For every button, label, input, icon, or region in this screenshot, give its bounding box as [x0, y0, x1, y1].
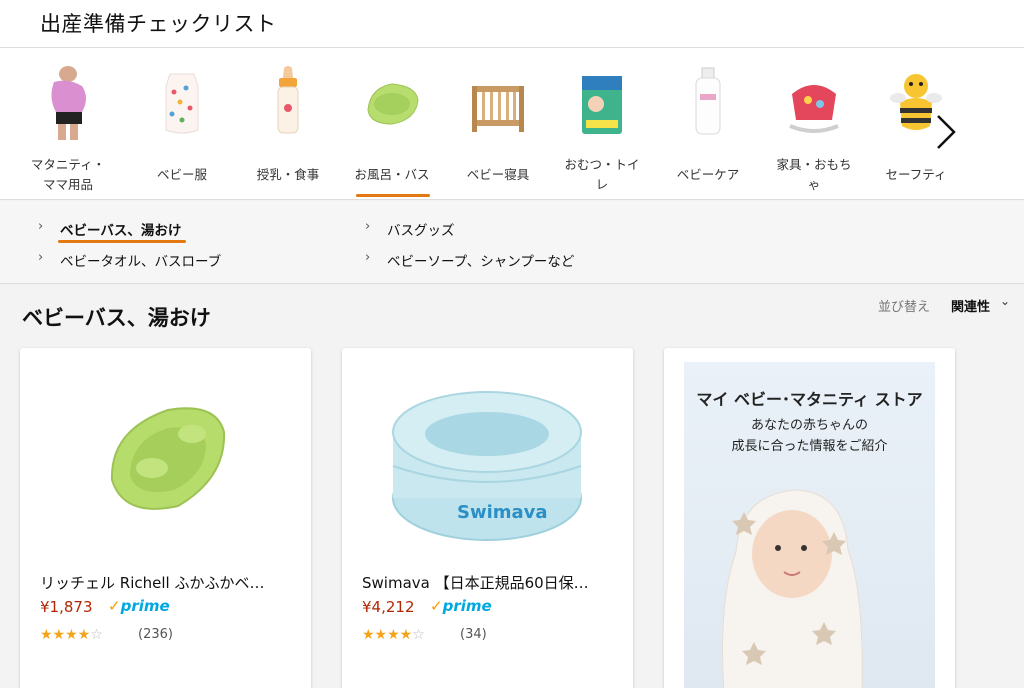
crib-icon — [472, 86, 524, 132]
product-card[interactable]: Swimava Swimava 【日本正規品60日保… ¥4,212 ✓prim… — [342, 348, 633, 688]
category-baby-care[interactable]: ベビーケア — [660, 48, 756, 200]
star-rating[interactable]: ★★★★☆ — [40, 627, 103, 643]
page-title: 出産準備チェックリスト — [40, 12, 277, 36]
star-rating[interactable]: ★★★★☆ — [362, 627, 425, 643]
ad-banner[interactable]: マイ ベビー･マタニティ ストア あなたの赤ちゃんの 成長に合った情報をご紹介 — [684, 362, 935, 688]
product-card[interactable]: リッチェル Richell ふかふかベ… ¥1,873 ✓prime ★★★★☆… — [20, 348, 311, 688]
ad-text-line1: あなたの赤ちゃんの — [750, 418, 868, 433]
category-diapers[interactable]: おむつ・トイ レ — [554, 48, 650, 200]
baby-store-ad[interactable]: マイ ベビー･マタニティ ストア あなたの赤ちゃんの 成長に合った情報をご紹介 — [664, 348, 955, 688]
rocker-icon — [789, 85, 839, 133]
product-image[interactable]: Swimava — [342, 348, 633, 568]
category-furniture-toys[interactable]: 家具・おもち ゃ — [766, 48, 862, 200]
category-label: マタニティ・ — [30, 157, 106, 172]
diaper-icon — [582, 76, 622, 134]
product-price: ¥1,873 — [40, 598, 93, 616]
prime-badge: ✓prime — [430, 597, 492, 615]
prime-label: prime — [120, 597, 170, 615]
category-maternity[interactable]: マタニティ・ ママ用品 — [20, 48, 116, 200]
subnav-active-underline — [58, 240, 186, 243]
chevron-down-icon[interactable]: ⌄ — [1000, 294, 1010, 308]
category-label: セーフティ — [885, 167, 947, 182]
category-label: ゃ — [807, 177, 821, 192]
chevron-right-icon: › — [38, 250, 44, 265]
ad-text-line2: 成長に合った情報をご紹介 — [731, 439, 888, 454]
subnav-item-bath-goods[interactable]: › バスグッズ — [365, 219, 455, 239]
category-bath[interactable]: お風呂・バス — [344, 48, 440, 200]
page-header: 出産準備チェックリスト — [0, 0, 1024, 48]
chevron-right-icon: › — [365, 250, 371, 265]
category-label: レ — [595, 177, 609, 192]
category-label: 家具・おもち — [776, 157, 852, 172]
review-count[interactable]: (34) — [460, 627, 487, 642]
baby-photo — [722, 489, 863, 688]
chevron-right-icon[interactable] — [930, 112, 960, 152]
chevron-right-icon: › — [38, 219, 44, 234]
baby-clothes-icon — [165, 73, 199, 134]
category-baby-clothes[interactable]: ベビー服 — [134, 48, 230, 200]
category-label: ベビーケア — [676, 167, 740, 182]
prime-check-icon: ✓ — [430, 597, 443, 615]
section-title: ベビーバス、湯おけ — [22, 306, 211, 330]
subnav-item-label: ベビーソープ、シャンプーなど — [387, 254, 575, 270]
sort-dropdown[interactable]: 関連性 — [951, 296, 990, 315]
maternity-icon — [51, 66, 86, 140]
subnav-item-soap-shampoo[interactable]: › ベビーソープ、シャンプーなど — [365, 250, 575, 270]
category-active-underline — [356, 194, 430, 197]
subnav-item-label: ベビーバス、湯おけ — [60, 223, 182, 239]
category-label: 授乳・食事 — [256, 167, 320, 182]
subnav-item-towels[interactable]: › ベビータオル、バスローブ — [38, 250, 222, 270]
lotion-icon — [695, 67, 721, 135]
category-label: ママ用品 — [42, 177, 93, 192]
baby-bottle-icon — [277, 66, 299, 134]
product-image[interactable] — [20, 348, 311, 568]
prime-label: prime — [442, 597, 492, 615]
category-bar: マタニティ・ ママ用品 ベビー服 授乳・食事 お風呂・バス ベビー寝具 おむつ・… — [0, 48, 1024, 200]
category-label: おむつ・トイ — [564, 157, 640, 172]
prime-badge: ✓prime — [108, 597, 170, 615]
ad-title: マイ ベビー･マタニティ ストア — [696, 390, 923, 409]
product-title[interactable]: リッチェル Richell ふかふかベ… — [40, 572, 296, 593]
category-label: ベビー服 — [156, 167, 207, 182]
subnav-item-baby-bath[interactable]: › ベビーバス、湯おけ — [38, 219, 186, 243]
subnav-item-label: バスグッズ — [387, 223, 455, 239]
product-price: ¥4,212 — [362, 598, 415, 616]
baby-bath-icon — [367, 83, 419, 125]
product-brand-print: Swimava — [457, 502, 548, 523]
category-label: ベビー寝具 — [466, 167, 530, 182]
sort-label: 並び替え — [878, 300, 931, 315]
review-count[interactable]: (236) — [138, 627, 173, 642]
category-feeding[interactable]: 授乳・食事 — [240, 48, 336, 200]
subcategory-nav: › ベビーバス、湯おけ › バスグッズ › ベビータオル、バスローブ › ベビー… — [0, 201, 1024, 284]
product-title[interactable]: Swimava 【日本正規品60日保… — [362, 572, 618, 593]
prime-check-icon: ✓ — [108, 597, 121, 615]
subnav-item-label: ベビータオル、バスローブ — [60, 254, 222, 270]
category-label: お風呂・バス — [354, 167, 430, 182]
chevron-right-icon: › — [365, 219, 371, 234]
category-bedding[interactable]: ベビー寝具 — [450, 48, 546, 200]
